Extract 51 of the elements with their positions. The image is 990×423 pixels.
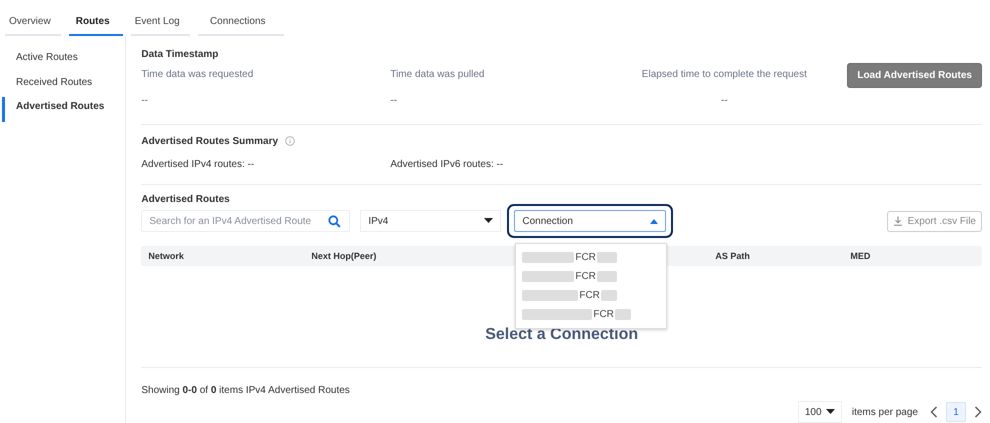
- tab[interactable]: Connections: [198, 9, 284, 36]
- redaction-block: [596, 271, 617, 282]
- per-page-select[interactable]: 100: [798, 401, 842, 423]
- export-button[interactable]: Export .csv File: [886, 210, 982, 232]
- sidebar-item[interactable]: Received Routes: [2, 72, 126, 97]
- search-icon[interactable]: [328, 215, 342, 228]
- tab[interactable]: Routes: [68, 9, 123, 36]
- field-label: Elapsed time to complete the request: [642, 69, 807, 80]
- load-routes-button[interactable]: Load Advertised Routes: [847, 63, 982, 88]
- summary-text: Advertised IPv4 routes: --: [141, 158, 256, 170]
- connection-option[interactable]: FCR: [574, 271, 597, 282]
- connection-option[interactable]: FCR: [578, 290, 601, 302]
- tab[interactable]: Overview: [5, 9, 61, 36]
- sidebar-item[interactable]: Active Routes: [2, 48, 126, 72]
- field-label: Time data was requested: [141, 69, 254, 80]
- previous-page-icon[interactable]: [930, 406, 938, 418]
- field-value: --: [721, 95, 728, 106]
- redaction-block: [614, 309, 631, 320]
- redaction-block: [596, 252, 617, 264]
- tab[interactable]: Event Log: [130, 9, 190, 36]
- results-summary: Showing 0-0 of 0 items IPv4 Advertised Routes: [141, 385, 350, 396]
- column-header: MED: [850, 250, 870, 261]
- redaction-block: [522, 309, 592, 320]
- empty-message: Select a Connection: [485, 326, 638, 344]
- section-title: Data Timestamp: [141, 49, 220, 60]
- column-header: Next Hop(Peer): [311, 250, 376, 261]
- caret-icon: [826, 409, 835, 415]
- section-title: Advertised Routes: [141, 194, 231, 205]
- caret-icon: [650, 218, 658, 224]
- field-value: --: [141, 95, 150, 106]
- connection-select[interactable]: Connection: [514, 210, 666, 232]
- connection-option[interactable]: FCR: [574, 252, 597, 264]
- search-field[interactable]: Search for an IPv4 Advertised Route: [141, 210, 350, 232]
- caret-icon: [484, 218, 494, 224]
- page-button[interactable]: 1: [946, 402, 966, 422]
- sidebar-item[interactable]: Advertised Routes: [2, 97, 126, 122]
- connection-option[interactable]: FCR: [592, 309, 615, 320]
- download-icon: [892, 216, 903, 226]
- redaction-block: [522, 290, 578, 302]
- section-title: Advertised Routes Summary: [141, 136, 278, 147]
- summary-text: Advertised IPv6 routes: --: [390, 158, 504, 170]
- column-header: Network: [148, 250, 184, 261]
- column-header: AS Path: [715, 250, 750, 261]
- redaction-block: [522, 271, 574, 282]
- family-select[interactable]: IPv4: [360, 210, 502, 232]
- next-page-icon[interactable]: [974, 406, 982, 418]
- redaction-block: [600, 290, 617, 302]
- field-value: --: [390, 95, 398, 106]
- field-label: Time data was pulled: [390, 69, 486, 80]
- per-page-label: items per page: [852, 406, 918, 418]
- redaction-block: [522, 252, 574, 264]
